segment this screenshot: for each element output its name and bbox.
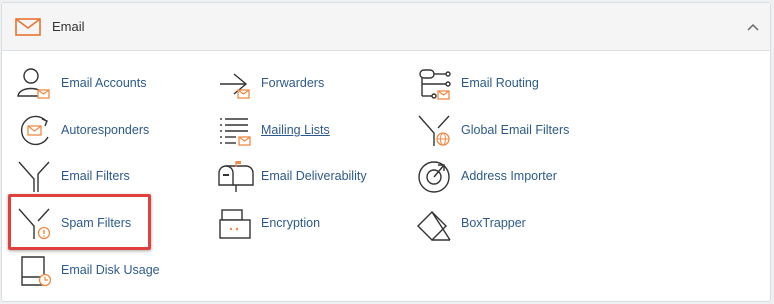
section-title: Email <box>52 19 85 34</box>
boxtrapper-link[interactable]: BoxTrapper <box>416 204 606 244</box>
disk-usage-icon <box>21 256 52 287</box>
item-label: Autoresponders <box>61 123 150 137</box>
autoresponders-link[interactable]: Autoresponders <box>16 111 206 151</box>
envelope-icon <box>15 18 41 36</box>
funnel-icon <box>18 161 50 192</box>
email-accounts-link[interactable]: Email Accounts <box>16 64 206 104</box>
item-label: Encryption <box>261 216 321 230</box>
item-label: Address Importer <box>461 169 557 183</box>
item-label: Forwarders <box>261 76 325 90</box>
item-label: Email Accounts <box>61 76 147 90</box>
chevron-up-icon[interactable] <box>746 21 760 33</box>
forward-arrow-icon <box>220 73 250 99</box>
item-label: Mailing Lists <box>261 123 330 137</box>
email-filters-link[interactable]: Email Filters <box>16 157 206 197</box>
mailbox-icon <box>218 161 254 192</box>
global-email-filters-link[interactable]: Global Email Filters <box>416 111 606 151</box>
list-mail-icon <box>220 118 251 146</box>
email-panel: Email Email Accounts Forwarders Email Ro… <box>1 2 771 302</box>
item-label: Email Disk Usage <box>61 263 160 277</box>
section-header[interactable]: Email <box>2 3 770 51</box>
encryption-link[interactable]: Encryption <box>216 204 406 244</box>
routing-icon <box>419 69 451 100</box>
email-disk-usage-link[interactable]: Email Disk Usage <box>16 251 206 291</box>
item-label: Email Routing <box>461 76 539 90</box>
spam-filters-highlight-box <box>8 194 151 250</box>
item-label: Email Deliverability <box>261 169 367 183</box>
email-routing-link[interactable]: Email Routing <box>416 64 606 104</box>
item-label: Global Email Filters <box>461 123 570 137</box>
address-importer-link[interactable]: Address Importer <box>416 157 606 197</box>
importer-icon <box>418 161 450 193</box>
forwarders-link[interactable]: Forwarders <box>216 64 406 104</box>
item-label: Email Filters <box>61 169 130 183</box>
mailing-lists-link[interactable]: Mailing Lists <box>216 111 406 151</box>
email-deliverability-link[interactable]: Email Deliverability <box>216 157 406 197</box>
item-label: BoxTrapper <box>461 216 526 230</box>
autoresponder-icon <box>20 115 49 146</box>
funnel-globe-icon <box>418 115 450 146</box>
box-trap-icon <box>417 211 451 241</box>
encryption-icon <box>219 209 251 239</box>
user-mail-icon <box>17 68 50 99</box>
